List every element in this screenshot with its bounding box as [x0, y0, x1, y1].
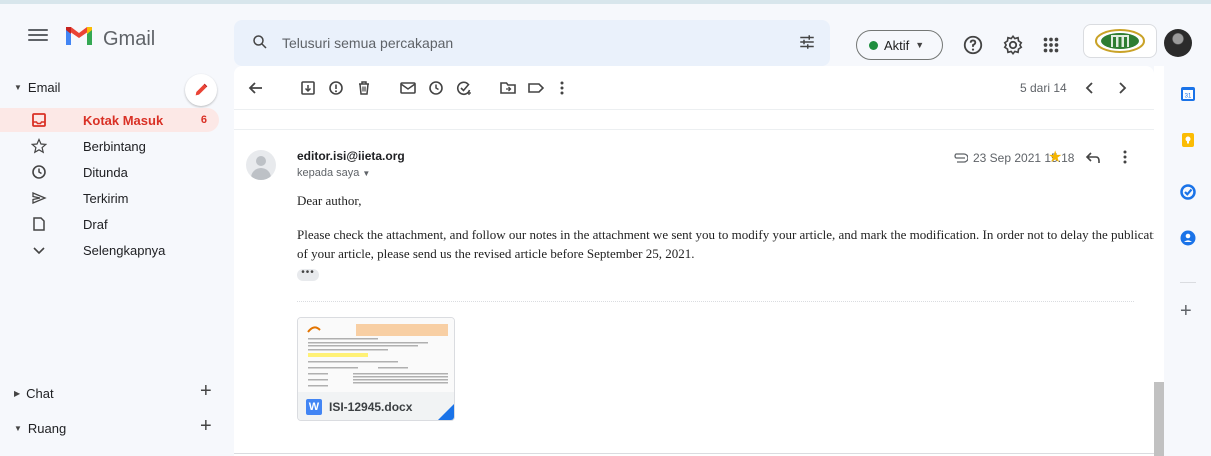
- sender-avatar[interactable]: [246, 150, 276, 180]
- archive-icon[interactable]: [298, 78, 318, 98]
- recipient-dropdown[interactable]: kepada saya ▼: [297, 167, 370, 179]
- attachment-clip-icon: [954, 153, 968, 163]
- move-to-folder-icon[interactable]: [498, 78, 518, 98]
- status-dropdown[interactable]: Aktif ▼: [856, 30, 943, 60]
- side-panel-divider: [1180, 282, 1196, 283]
- collapse-caret-icon: ▼: [14, 83, 22, 92]
- attachment-filename: ISI-12945.docx: [329, 400, 413, 414]
- send-icon: [32, 192, 47, 204]
- draft-icon: [33, 217, 45, 231]
- message-more-icon[interactable]: [1117, 148, 1133, 166]
- sidebar-item-inbox[interactable]: Kotak Masuk 6: [0, 108, 219, 132]
- divider: [234, 129, 1154, 130]
- search-options-icon[interactable]: [798, 33, 816, 51]
- attachment-divider: [297, 301, 1134, 302]
- sidebar-nav: Kotak Masuk 6 Berbintang Ditunda Terkiri…: [0, 108, 230, 264]
- organization-logo[interactable]: [1083, 24, 1157, 58]
- chat-section-header[interactable]: ▶ Chat: [14, 386, 54, 401]
- sidebar-item-label: Berbintang: [83, 138, 146, 154]
- search-bar[interactable]: [234, 20, 830, 66]
- settings-gear-icon[interactable]: [1002, 34, 1024, 56]
- chat-section-label: Chat: [26, 386, 54, 401]
- sidebar-item-drafts[interactable]: Draf: [0, 212, 230, 236]
- contacts-icon[interactable]: [1180, 230, 1196, 246]
- pencil-icon: [195, 83, 208, 96]
- app-header: Gmail Aktif ▼: [0, 4, 1211, 66]
- message-body-line: Please check the attachment, and follow …: [297, 227, 1154, 242]
- delete-icon[interactable]: [354, 78, 374, 98]
- sidebar-item-more[interactable]: Selengkapnya: [0, 238, 230, 262]
- app-name[interactable]: Gmail: [103, 28, 155, 51]
- message-toolbar: 5 dari 14: [234, 66, 1154, 110]
- sidebar-item-label: Ditunda: [83, 164, 128, 180]
- attachment-corner-fold: [438, 404, 454, 420]
- tasks-icon[interactable]: [1180, 184, 1196, 200]
- caret-down-icon: ▼: [362, 169, 371, 178]
- recipient-label: kepada saya: [297, 167, 360, 179]
- mark-unread-icon[interactable]: [398, 78, 418, 98]
- sidebar-item-label: Draf: [83, 216, 108, 232]
- calendar-icon[interactable]: 31: [1180, 86, 1196, 102]
- previous-chevron-icon[interactable]: [1080, 78, 1100, 98]
- sidebar: ▼ Email Kotak Masuk 6 Berbintang Ditunda…: [0, 66, 230, 456]
- gmail-logo-icon[interactable]: [64, 25, 94, 47]
- add-space-button[interactable]: +: [200, 415, 212, 438]
- sidebar-item-label: Kotak Masuk: [83, 112, 164, 128]
- expand-caret-icon: ▶: [14, 389, 21, 398]
- show-trimmed-content-button[interactable]: •••: [297, 268, 319, 281]
- main-menu-button[interactable]: [28, 26, 48, 44]
- message-greeting: Dear author,: [297, 193, 362, 208]
- back-arrow-icon[interactable]: [246, 78, 266, 98]
- help-icon[interactable]: [962, 34, 984, 56]
- label-icon[interactable]: [526, 78, 546, 98]
- status-label: Aktif: [884, 37, 910, 53]
- attachment-card[interactable]: W ISI-12945.docx: [297, 317, 455, 421]
- more-options-icon[interactable]: [552, 78, 572, 98]
- email-section-header[interactable]: ▼ Email: [14, 80, 60, 95]
- inbox-icon: [32, 113, 46, 127]
- snooze-clock-icon[interactable]: [426, 78, 446, 98]
- account-avatar[interactable]: [1164, 29, 1192, 57]
- word-doc-icon: W: [306, 399, 322, 415]
- message-body-line: of your article, please send us the revi…: [297, 246, 695, 261]
- svg-text:31: 31: [1185, 94, 1192, 100]
- sidebar-item-label: Terkirim: [83, 190, 129, 206]
- sender-email[interactable]: editor.isi@iieta.org: [297, 149, 405, 163]
- clock-icon: [32, 165, 46, 179]
- sidebar-item-label: Selengkapnya: [83, 242, 166, 258]
- pagination-text: 5 dari 14: [1020, 81, 1067, 95]
- keep-icon[interactable]: [1180, 132, 1196, 148]
- collapse-caret-icon: ▼: [14, 424, 22, 433]
- sidebar-item-sent[interactable]: Terkirim: [0, 186, 230, 210]
- sidebar-item-snoozed[interactable]: Ditunda: [0, 160, 230, 184]
- compose-button[interactable]: [185, 74, 217, 106]
- ruang-section-header[interactable]: ▼ Ruang: [14, 421, 66, 436]
- status-dot-icon: [869, 40, 878, 50]
- starred-star-icon[interactable]: ★: [1048, 147, 1062, 167]
- attachment-preview-thumbnail: [298, 318, 454, 392]
- unread-count-badge: 6: [200, 114, 207, 126]
- report-spam-icon[interactable]: [326, 78, 346, 98]
- chevron-down-icon: [33, 247, 45, 255]
- next-chevron-icon[interactable]: [1112, 78, 1132, 98]
- reply-icon[interactable]: [1085, 150, 1101, 166]
- caret-down-icon: ▼: [915, 40, 925, 50]
- star-icon: [31, 138, 47, 154]
- email-section-label: Email: [27, 80, 61, 95]
- attachment-footer: W ISI-12945.docx: [298, 392, 454, 420]
- search-input[interactable]: [282, 32, 752, 54]
- divider: [234, 453, 1154, 454]
- message-view: 5 dari 14 editor.isi@iieta.org kepada sa…: [234, 66, 1154, 456]
- add-chat-button[interactable]: +: [200, 380, 212, 403]
- ruang-section-label: Ruang: [27, 421, 67, 436]
- search-icon[interactable]: [251, 33, 269, 51]
- get-addons-button[interactable]: +: [1180, 300, 1192, 323]
- scrollbar-thumb[interactable]: [1154, 382, 1164, 456]
- sidebar-item-starred[interactable]: Berbintang: [0, 134, 230, 158]
- organization-logo-icon: [1095, 29, 1145, 53]
- side-panel: 31 +: [1164, 66, 1211, 456]
- apps-grid-icon[interactable]: [1040, 34, 1062, 56]
- add-to-tasks-icon[interactable]: [454, 78, 474, 98]
